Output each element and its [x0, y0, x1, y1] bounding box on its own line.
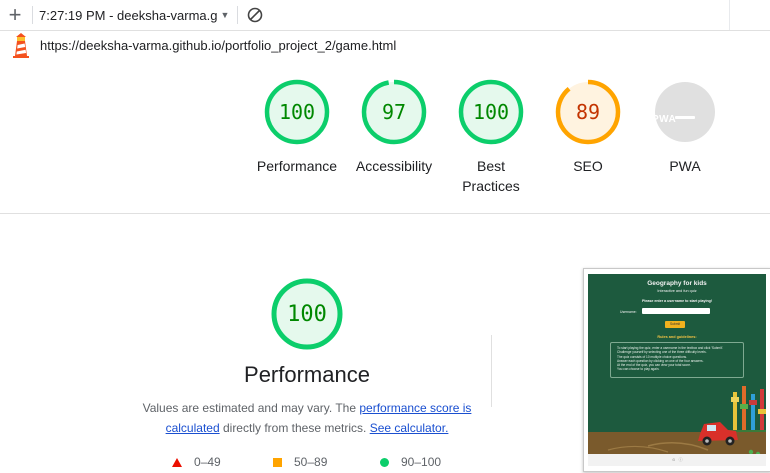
best-practices-score: 100: [472, 100, 510, 124]
seo-gauge[interactable]: 89: [555, 79, 621, 145]
toolbar-separator: [237, 6, 239, 24]
lighthouse-icon: [13, 33, 29, 58]
square-icon: [273, 457, 282, 467]
best-practices-label: Best Practices: [462, 158, 520, 194]
seo-score: 89: [575, 100, 601, 124]
best-practices-gauge[interactable]: 100: [458, 79, 524, 145]
legend-item-fail: 0–49: [172, 455, 221, 469]
new-report-button[interactable]: +: [0, 0, 30, 30]
performance-description: Values are estimated and may vary. The p…: [140, 398, 474, 438]
legend-item-average: 50–89: [273, 455, 327, 469]
chevron-down-icon: ▼: [220, 10, 230, 20]
performance-title: Performance: [244, 362, 370, 387]
desc-text-1: Values are estimated and may vary. The: [142, 401, 360, 415]
performance-gauge[interactable]: 100: [264, 79, 330, 145]
report-url-bar: https://deeksha-varma.github.io/portfoli…: [0, 30, 770, 60]
toolbar-separator: [32, 6, 33, 24]
pwa-score: PWA: [652, 114, 677, 125]
performance-score: 100: [278, 100, 316, 124]
pwa-gauge[interactable]: PWA: [652, 79, 718, 145]
seo-label: SEO: [573, 158, 603, 174]
performance-main-score: 100: [287, 301, 327, 327]
legend-range-pass: 90–100: [401, 455, 442, 469]
legend-item-pass: 90–100: [380, 455, 441, 469]
legend-range-fail: 0–49: [194, 455, 221, 469]
report-url[interactable]: https://deeksha-varma.github.io/portfoli…: [40, 38, 396, 53]
triangle-icon: [172, 457, 182, 467]
pwa-label: PWA: [669, 158, 701, 174]
performance-label: Performance: [256, 158, 338, 174]
car-illustration: [607, 422, 761, 457]
accessibility-score: 97: [381, 100, 407, 124]
toolbar-overflow: [729, 0, 770, 30]
performance-main-gauge: 100: [270, 277, 344, 351]
report-session-dropdown[interactable]: 7:27:19 PM - deeksha-varma.g ▼: [39, 8, 229, 23]
legend-range-average: 50–89: [294, 455, 328, 469]
accessibility-gauge[interactable]: 97: [361, 79, 427, 145]
page-screenshot-thumbnail[interactable]: Geography for kids Interactive and fun q…: [583, 268, 770, 472]
thumb-social-icons: ⊙ ⓘ: [672, 457, 683, 462]
vertical-divider: [491, 335, 492, 407]
accessibility-label: Accessibility: [355, 158, 433, 174]
clear-all-button[interactable]: [246, 6, 264, 24]
see-calculator-link[interactable]: See calculator.: [370, 421, 449, 435]
section-divider: [0, 213, 770, 214]
desc-text-2: directly from these metrics.: [219, 421, 370, 435]
devtools-toolbar: + 7:27:19 PM - deeksha-varma.g ▼: [0, 0, 770, 31]
thumbnail-content: Geography for kids Interactive and fun q…: [588, 274, 766, 466]
circle-icon: [380, 457, 389, 467]
session-label: 7:27:19 PM - deeksha-varma.g: [39, 7, 218, 23]
block-icon: [248, 7, 263, 23]
